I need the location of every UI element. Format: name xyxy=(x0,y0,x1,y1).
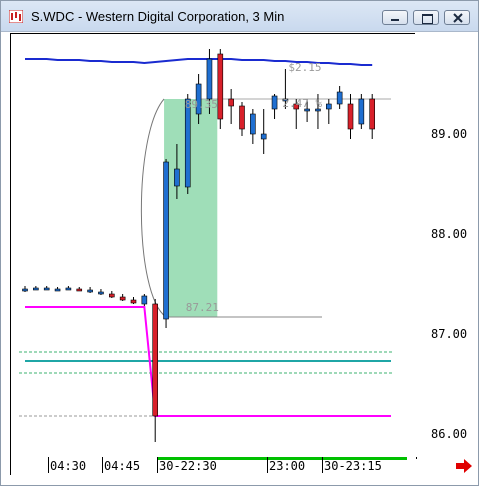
range-annotation: 87.21 xyxy=(186,301,219,314)
candle-body xyxy=(22,288,28,292)
candle-body xyxy=(43,287,50,291)
candle-body xyxy=(336,91,343,105)
x-tick xyxy=(267,457,268,473)
candle-body xyxy=(217,53,224,120)
candle-body xyxy=(76,288,83,292)
candle-body xyxy=(152,303,158,417)
x-tick xyxy=(322,457,323,473)
restore-button[interactable] xyxy=(413,10,439,25)
close-icon xyxy=(453,13,463,23)
price-chart[interactable]: 89.35 87.21 $2.15 2.47 % xyxy=(10,33,417,459)
candle-body xyxy=(163,161,169,320)
minimize-icon xyxy=(391,19,399,21)
price-axis[interactable]: 89.00 88.00 87.00 86.00 xyxy=(415,33,478,457)
window-title: S.WDC - Western Digital Corporation, 3 M… xyxy=(31,9,285,24)
candle-body xyxy=(325,103,332,110)
candle-body xyxy=(347,103,354,130)
minimize-button[interactable] xyxy=(382,10,408,25)
candle-body xyxy=(98,291,104,295)
close-button[interactable] xyxy=(444,10,470,25)
candle-body xyxy=(174,168,180,187)
x-tick xyxy=(102,457,103,473)
title-bar[interactable]: S.WDC - Western Digital Corporation, 3 M… xyxy=(1,1,478,32)
candle-body xyxy=(119,296,126,301)
candle-body xyxy=(141,295,148,305)
candlestick-chart: 89.35 87.21 $2.15 2.47 % xyxy=(19,49,393,442)
candle-body xyxy=(260,133,267,140)
y-tick-label: 88.00 xyxy=(431,227,468,241)
candle-body xyxy=(206,58,213,100)
candle-body xyxy=(358,98,365,125)
range-annotation: 89.35 xyxy=(185,98,218,111)
y-tick-label: 89.00 xyxy=(431,127,468,141)
y-tick-label: 86.00 xyxy=(431,427,468,441)
candle-body xyxy=(54,288,61,292)
range-annotation: $2.15 xyxy=(288,61,321,74)
x-tick-label: 04:45 xyxy=(104,459,141,473)
range-bracket-curve xyxy=(140,98,167,318)
candle-body xyxy=(239,105,245,130)
candle-body xyxy=(228,98,234,107)
chart-app-icon xyxy=(9,10,23,23)
candle-body xyxy=(33,287,39,291)
chart-window: S.WDC - Western Digital Corporation, 3 M… xyxy=(0,0,479,486)
candle-body xyxy=(184,98,191,188)
candle-body xyxy=(87,289,93,293)
x-tick-label: 30-22:30 xyxy=(159,459,217,473)
x-tick-label: 04:30 xyxy=(50,459,87,473)
candle-body xyxy=(369,98,376,130)
x-tick xyxy=(157,457,158,473)
candle-body xyxy=(130,299,137,304)
x-tick-label: 23:00 xyxy=(269,459,306,473)
x-tick xyxy=(48,457,49,473)
restore-icon xyxy=(422,14,433,24)
y-tick-label: 87.00 xyxy=(431,327,468,341)
scroll-right-arrow-icon[interactable] xyxy=(456,459,472,473)
range-annotation: 2.47 % xyxy=(282,97,322,110)
range-highlight-band xyxy=(164,99,218,317)
time-axis[interactable]: 04:30 04:45 30-22:30 23:00 30-23:15 xyxy=(10,457,416,475)
candle-body xyxy=(250,113,256,135)
candle-body xyxy=(109,293,115,298)
candle-body xyxy=(65,287,72,291)
x-tick-label: 30-23:15 xyxy=(324,459,382,473)
candle-body xyxy=(271,95,278,110)
